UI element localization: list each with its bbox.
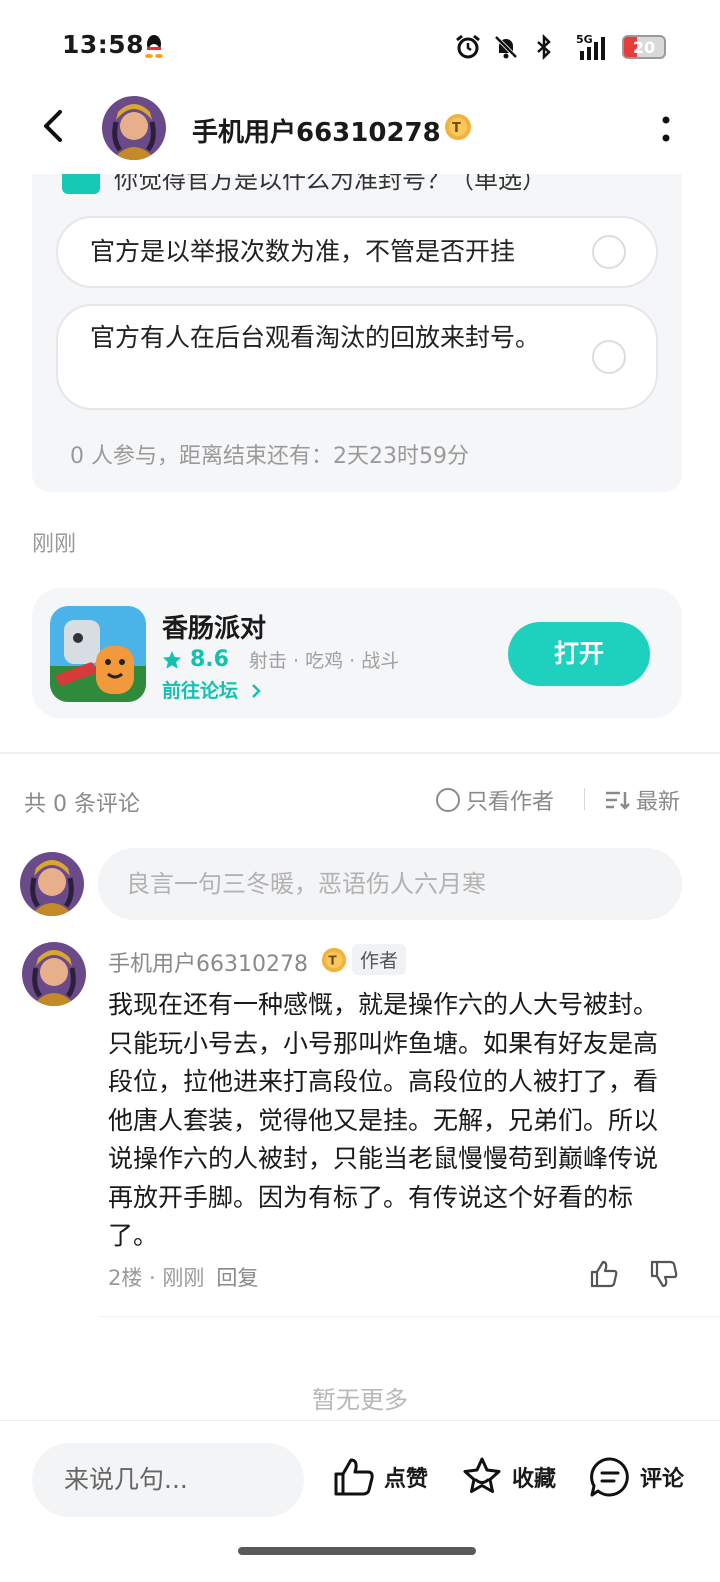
like-action[interactable]: 点赞 xyxy=(332,1455,428,1499)
comment-action[interactable]: 评论 xyxy=(588,1455,684,1499)
bottom-action-bar: 来说几句... 点赞 收藏 评论 xyxy=(0,1420,720,1582)
avatar-image xyxy=(102,96,166,160)
section-divider xyxy=(0,752,720,754)
poll-option-2[interactable]: 官方有人在后台观看淘汰的回放来封号。 xyxy=(56,304,658,410)
game-icon xyxy=(50,606,146,702)
poll-option-1-text: 官方是以举报次数为准，不管是否开挂 xyxy=(90,237,516,266)
home-indicator[interactable] xyxy=(238,1547,476,1555)
level-badge-icon: T xyxy=(445,114,471,140)
comment-body: 我现在还有一种感慨，就是操作六的人大号被封。只能玩小号去，小号那叫炸鱼塘。如果有… xyxy=(108,990,659,1250)
open-game-button[interactable]: 打开 xyxy=(508,622,650,686)
comment-label: 评论 xyxy=(640,1467,685,1492)
only-author-toggle[interactable]: 只看作者 xyxy=(436,784,554,816)
network-label: 5G xyxy=(576,33,593,46)
thumbs-down-icon[interactable] xyxy=(648,1258,680,1290)
my-avatar xyxy=(20,852,84,916)
reply-button[interactable]: 回复 xyxy=(216,1262,258,1292)
thumbs-up-icon[interactable] xyxy=(588,1258,620,1290)
qq-icon xyxy=(145,35,163,58)
more-options-icon[interactable] xyxy=(660,114,672,144)
sort-icon xyxy=(606,791,630,810)
sort-separator xyxy=(584,788,585,810)
favorite-action[interactable]: 收藏 xyxy=(460,1455,556,1499)
like-label: 点赞 xyxy=(384,1467,429,1492)
star-outline-icon xyxy=(463,1457,501,1493)
top-nav-bar: 手机用户66310278 T xyxy=(0,90,720,174)
svg-text:T: T xyxy=(328,954,337,968)
sort-label: 最新 xyxy=(636,790,681,815)
battery-level: 20 xyxy=(632,38,656,57)
game-tags: 射击 · 吃鸡 · 战斗 xyxy=(248,650,400,672)
post-time: 刚刚 xyxy=(32,532,77,557)
poll-option-2-text: 官方有人在后台观看淘汰的回放来封号。 xyxy=(90,323,541,352)
back-icon[interactable] xyxy=(36,106,72,146)
alarm-icon xyxy=(456,34,480,59)
poll-meta: 0 人参与，距离结束还有：2天23时59分 xyxy=(70,444,469,469)
comments-count: 共 0 条评论 xyxy=(24,792,140,817)
chevron-right-icon xyxy=(251,684,261,698)
author-tag: 作者 xyxy=(352,944,407,975)
signal-5g-icon: 5G xyxy=(576,33,605,60)
poll-card: 你觉得官方是以什么为准封号？（单选） 官方是以举报次数为准，不管是否开挂 官方有… xyxy=(32,150,682,492)
level-badge-icon: T xyxy=(321,947,347,973)
comment-username[interactable]: 手机用户66310278 xyxy=(108,946,308,978)
comment-bubble-icon xyxy=(590,1457,629,1497)
only-author-label: 只看作者 xyxy=(466,790,555,815)
poll-option-2-radio[interactable] xyxy=(592,340,626,374)
game-forum-link[interactable]: 前往论坛 xyxy=(162,676,263,703)
game-name: 香肠派对 xyxy=(162,614,267,644)
status-time: 13:58 xyxy=(62,30,145,59)
bluetooth-icon xyxy=(537,33,551,61)
favorite-label: 收藏 xyxy=(512,1467,557,1492)
checkbox-circle-icon xyxy=(436,788,460,812)
game-score: 8.6 xyxy=(190,647,229,672)
sort-button[interactable]: 最新 xyxy=(604,784,680,816)
avatar-image xyxy=(22,942,86,1006)
comment-input[interactable]: 良言一句三冬暖，恶语伤人六月寒 xyxy=(98,848,682,920)
user-avatar[interactable] xyxy=(102,96,166,160)
comment-avatar[interactable] xyxy=(22,942,86,1006)
header-username: 手机用户66310278 xyxy=(192,118,441,148)
status-bar: 13:58 5G 20 xyxy=(0,0,720,90)
game-logo-image xyxy=(50,606,146,702)
comment-floor-time: 2楼 · 刚刚 xyxy=(108,1266,205,1290)
mute-bell-icon xyxy=(494,35,518,59)
thumbs-up-icon xyxy=(334,1458,374,1496)
game-card[interactable]: 香肠派对 8.6 射击 · 吃鸡 · 战斗 前往论坛 打开 xyxy=(32,588,682,718)
no-more-text: 暂无更多 xyxy=(312,1386,408,1414)
poll-option-1-radio[interactable] xyxy=(592,235,626,269)
avatar-image xyxy=(20,852,84,916)
poll-option-1[interactable]: 官方是以举报次数为准，不管是否开挂 xyxy=(56,216,658,288)
status-icons: 5G 20 xyxy=(454,30,666,64)
bottom-comment-input[interactable]: 来说几句... xyxy=(32,1443,304,1517)
comment-divider xyxy=(100,1316,720,1317)
game-rating-row: 8.6 射击 · 吃鸡 · 战斗 xyxy=(162,646,399,673)
battery-icon: 20 xyxy=(622,35,666,59)
comment-meta: 2楼 · 刚刚 回复 xyxy=(108,1262,258,1292)
svg-text:T: T xyxy=(452,121,461,136)
game-forum-label: 前往论坛 xyxy=(162,680,239,702)
star-icon xyxy=(163,650,181,669)
